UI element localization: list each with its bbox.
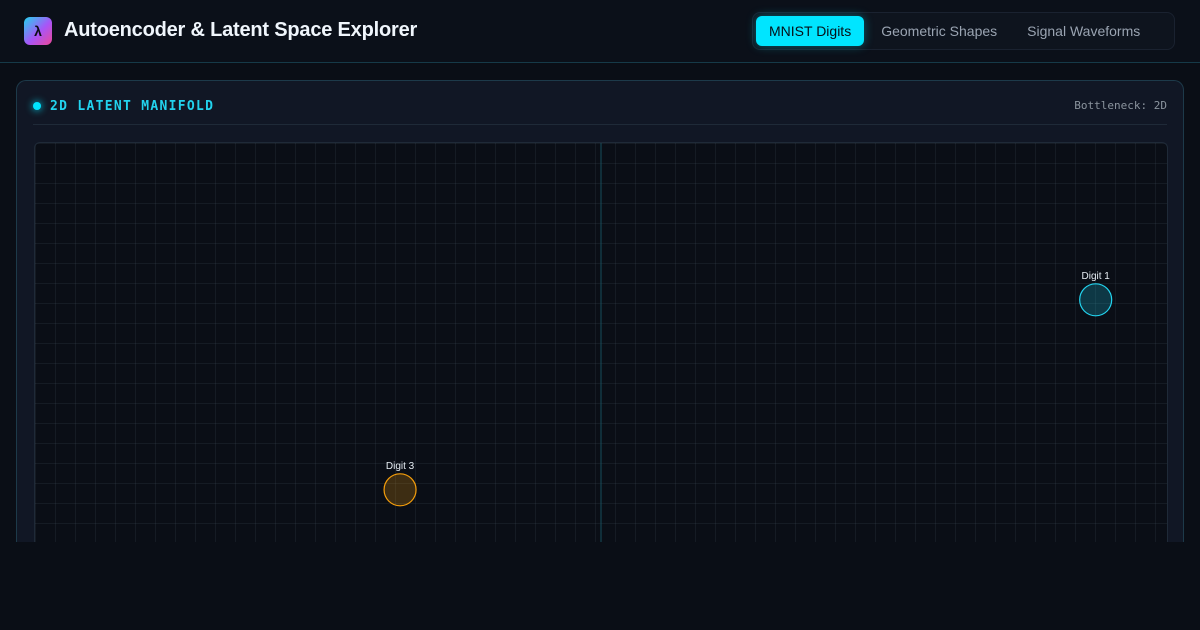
tab-signal-waveforms[interactable]: Signal Waveforms <box>1014 16 1153 46</box>
tab-geometric-shapes[interactable]: Geometric Shapes <box>868 16 1010 46</box>
panel-header: 2D LATENT MANIFOLD Bottleneck: 2D <box>33 81 1167 125</box>
panel-title: 2D LATENT MANIFOLD <box>50 99 215 114</box>
page-bottom <box>0 542 1200 630</box>
latent-plot[interactable]: Digit 1 Digit 3 <box>34 142 1168 560</box>
latent-point-2[interactable]: Digit 3 <box>383 461 417 507</box>
latent-point-marker[interactable] <box>383 473 417 507</box>
latent-point-1[interactable]: Digit 1 <box>1079 271 1113 317</box>
dataset-tabs: MNIST Digits Geometric Shapes Signal Wav… <box>752 12 1175 50</box>
bottleneck-label: Bottleneck: 2D <box>1074 99 1167 112</box>
status-dot-icon <box>33 102 41 110</box>
latent-manifold-panel: 2D LATENT MANIFOLD Bottleneck: 2D Digit … <box>16 80 1184 560</box>
latent-point-label: Digit 3 <box>386 461 415 472</box>
tab-mnist-digits[interactable]: MNIST Digits <box>756 16 865 46</box>
app-title: Autoencoder & Latent Space Explorer <box>64 19 418 41</box>
lambda-logo-icon: λ <box>24 17 52 45</box>
latent-point-marker[interactable] <box>1079 283 1113 317</box>
latent-point-label: Digit 1 <box>1082 271 1111 282</box>
latent-plot-canvas[interactable]: Digit 1 Digit 3 <box>35 143 1167 560</box>
app-header: λ Autoencoder & Latent Space Explorer MN… <box>0 0 1200 63</box>
